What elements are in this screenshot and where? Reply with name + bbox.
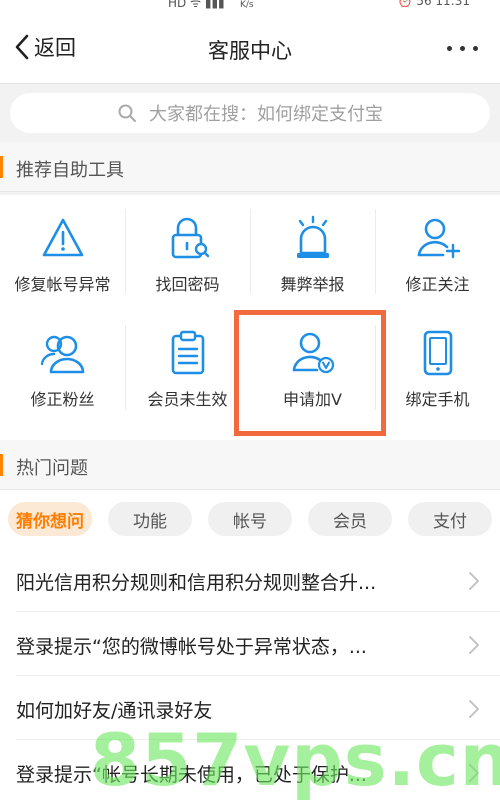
tool-label: 会员未生效	[147, 390, 228, 409]
status-time: ⏰ 56 11:31	[397, 0, 470, 8]
lock-search-icon	[164, 215, 212, 261]
tool-apply-verified[interactable]: 申请加V	[250, 310, 375, 423]
section-accent-bar	[0, 454, 3, 476]
tool-label: 找回密码	[155, 275, 220, 294]
tool-label: 修正关注	[405, 275, 470, 294]
tool-fraud-report[interactable]: 舞弊举报	[250, 195, 375, 308]
more-dots-icon	[447, 46, 452, 51]
nav-bar: 返回 客服中心	[0, 12, 500, 84]
search-input[interactable]: 大家都在搜：如何绑定支付宝	[10, 93, 490, 133]
tool-recover-password[interactable]: 找回密码	[125, 195, 250, 308]
tab-guess[interactable]: 猜你想问	[8, 502, 92, 536]
clipboard-icon	[164, 330, 212, 376]
users-icon	[39, 330, 87, 376]
status-speed: K/s	[240, 0, 254, 10]
tab-membership[interactable]: 会员	[308, 502, 392, 536]
tools-section-header: 推荐自助工具	[0, 142, 500, 192]
status-bar: HD ᯤ ▮▮▮ K/s ⏰ 56 11:31	[0, 0, 500, 12]
list-item[interactable]: 阳光信用积分规则和信用积分规则整合升...	[0, 548, 500, 612]
tool-bind-phone[interactable]: 绑定手机	[375, 310, 500, 423]
tools-section-title: 推荐自助工具	[16, 160, 124, 181]
page-title: 客服中心	[208, 39, 292, 63]
tool-fix-account[interactable]: 修复帐号异常	[0, 195, 125, 308]
more-dot	[473, 46, 478, 51]
tab-features[interactable]: 功能	[108, 502, 192, 536]
question-text: 阳光信用积分规则和信用积分规则整合升...	[16, 572, 377, 594]
tool-membership-inactive[interactable]: 会员未生效	[125, 310, 250, 423]
more-menu-button[interactable]	[447, 46, 478, 51]
tab-payment[interactable]: 支付	[408, 502, 492, 536]
self-service-tools: 修复帐号异常 找回密码 舞弊举报 修正关注 修正粉丝 会员未生效 申请加V 绑定…	[0, 195, 500, 440]
alarm-siren-icon	[289, 215, 337, 261]
hot-section-header: 热门问题	[0, 440, 500, 490]
list-item[interactable]: 登录提示“您的微博帐号处于异常状态，...	[0, 612, 500, 676]
tab-account[interactable]: 帐号	[208, 502, 292, 536]
warning-triangle-icon	[39, 215, 87, 261]
section-accent-bar	[0, 156, 3, 178]
tool-label: 申请加V	[283, 390, 342, 409]
user-add-icon	[414, 215, 462, 261]
tool-label: 修正粉丝	[30, 390, 95, 409]
tool-label: 修复帐号异常	[14, 275, 111, 294]
status-signal: HD ᯤ ▮▮▮	[168, 0, 225, 10]
chevron-right-icon	[469, 572, 479, 590]
tool-label: 绑定手机	[405, 390, 470, 409]
tool-fix-followers[interactable]: 修正粉丝	[0, 310, 125, 423]
question-text: 登录提示“您的微博帐号处于异常状态，...	[16, 636, 367, 658]
more-dot	[460, 46, 465, 51]
hot-section-title: 热门问题	[16, 458, 88, 479]
chevron-right-icon	[469, 636, 479, 654]
mobile-phone-icon	[414, 330, 462, 376]
search-placeholder: 大家都在搜：如何绑定支付宝	[149, 104, 383, 125]
search-area: 大家都在搜：如何绑定支付宝	[0, 84, 500, 142]
question-category-tabs: 猜你想问 功能 帐号 会员 支付	[0, 490, 500, 548]
search-icon	[118, 104, 136, 122]
user-verified-icon	[289, 330, 337, 376]
chevron-right-icon	[469, 700, 479, 718]
tool-fix-following[interactable]: 修正关注	[375, 195, 500, 308]
watermark: 857vps.cn	[90, 718, 500, 802]
tool-label: 舞弊举报	[280, 275, 345, 294]
